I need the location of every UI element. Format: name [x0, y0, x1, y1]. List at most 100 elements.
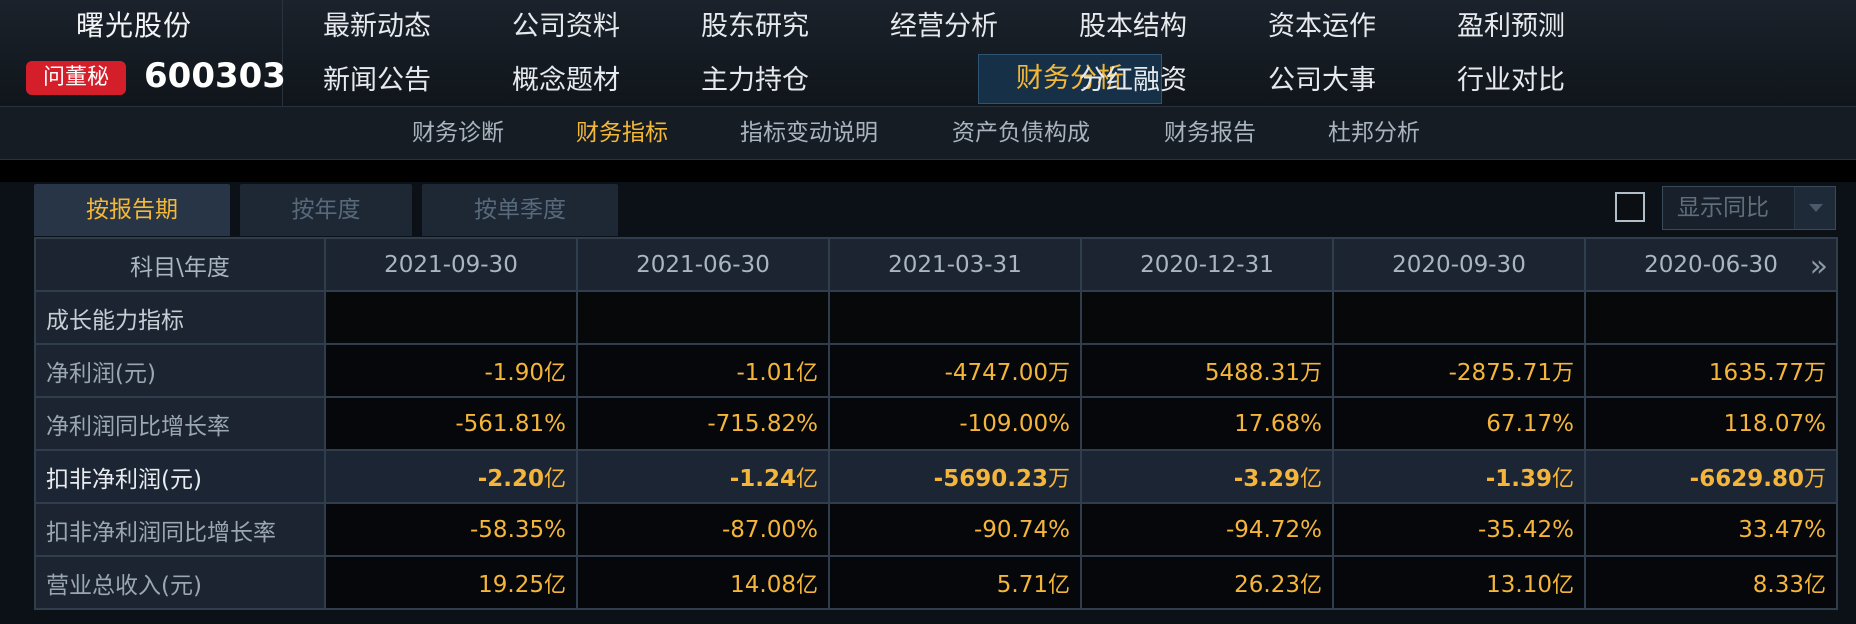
nav-concepts[interactable]: 概念题材 — [473, 58, 659, 104]
value-cell: -109.00% — [828, 396, 1082, 451]
value-number: -6629.80 — [1689, 465, 1804, 492]
table-row: 营业总收入(元) 19.25亿 14.08亿 5.71亿 26.23亿 13.10亿 8.3… — [34, 555, 1838, 610]
value-unit: 亿 — [1299, 466, 1322, 492]
row-label: 净利润(元) — [34, 343, 326, 398]
value-unit: 亿 — [1551, 466, 1574, 492]
value-unit: 万 — [1803, 466, 1826, 492]
empty-cell — [828, 290, 1082, 345]
compare-checkbox[interactable] — [1615, 192, 1645, 222]
nav-main-holdings[interactable]: 主力持仓 — [662, 58, 848, 104]
nav-announcements[interactable]: 新闻公告 — [284, 58, 470, 104]
value-cell: -6629.80万 — [1584, 449, 1838, 504]
value-number: -1.90 — [484, 359, 544, 386]
value-cell: -1.24亿 — [576, 449, 830, 504]
value-unit: 亿 — [795, 572, 818, 598]
nav-company-profile[interactable]: 公司资料 — [473, 4, 659, 50]
column-header-label: 2021-06-30 — [636, 251, 770, 278]
value-number: 17.68% — [1234, 410, 1322, 437]
value-cell: -2875.71万 — [1332, 343, 1586, 398]
financial-indicators-panel: 按报告期 按年度 按单季度 显示同比 科目\年度 2021-09-30 2021-0… — [0, 182, 1856, 624]
app-header: 曙光股份 问董秘 600303 最新动态 公司资料 股东研究 经营分析 股本结构… — [0, 0, 1856, 107]
value-number: -5690.23 — [933, 465, 1048, 492]
nav-dividend-financing[interactable]: 分红融资 — [1040, 58, 1226, 104]
table-row: 净利润(元) -1.90亿 -1.01亿 -4747.00万 5488.31万 -2875… — [34, 343, 1838, 398]
column-header-date[interactable]: 2021-06-30 — [576, 237, 830, 292]
nav-operation-analysis[interactable]: 经营分析 — [851, 4, 1037, 50]
value-unit: 亿 — [795, 360, 818, 386]
ask-secretary-badge[interactable]: 问董秘 — [26, 61, 126, 95]
nav-capital-operation[interactable]: 资本运作 — [1229, 4, 1415, 50]
value-number: -90.74% — [974, 516, 1070, 543]
column-header-label: 2020-12-31 — [1140, 251, 1274, 278]
empty-cell — [1584, 290, 1838, 345]
subnav-indicator-changes[interactable]: 指标变动说明 — [740, 107, 878, 159]
value-number: -2875.71 — [1448, 359, 1552, 386]
subnav-balance-composition[interactable]: 资产负债构成 — [952, 107, 1090, 159]
column-header-label: 2020-09-30 — [1392, 251, 1526, 278]
nav-industry-compare[interactable]: 行业对比 — [1418, 58, 1604, 104]
value-number: 26.23 — [1234, 571, 1300, 598]
value-cell: -2.20亿 — [324, 449, 578, 504]
value-unit: 万 — [1047, 466, 1070, 492]
value-cell: -35.42% — [1332, 502, 1586, 557]
value-number: -58.35% — [470, 516, 566, 543]
value-number: -1.39 — [1485, 465, 1552, 492]
subnav-financial-indicators[interactable]: 财务指标 — [576, 107, 668, 159]
value-number: -3.29 — [1233, 465, 1300, 492]
value-cell: 19.25亿 — [324, 555, 578, 610]
subnav-financial-diagnosis[interactable]: 财务诊断 — [412, 107, 504, 159]
value-unit: 亿 — [543, 360, 566, 386]
value-cell: -715.82% — [576, 396, 830, 451]
tab-by-report-period[interactable]: 按报告期 — [34, 184, 230, 236]
column-header-date[interactable]: 2020-09-30 — [1332, 237, 1586, 292]
double-chevron-right-icon[interactable]: » — [1810, 249, 1828, 284]
value-unit: 万 — [1299, 360, 1322, 386]
value-cell: 13.10亿 — [1332, 555, 1586, 610]
stock-code: 600303 — [144, 56, 286, 96]
nav-latest-news[interactable]: 最新动态 — [284, 4, 470, 50]
value-number: 14.08 — [730, 571, 796, 598]
company-brand: 曙光股份 问董秘 600303 — [0, 0, 286, 106]
column-header-date[interactable]: 2020-06-30 » — [1584, 237, 1838, 292]
value-cell: -5690.23万 — [828, 449, 1082, 504]
value-unit: 亿 — [795, 466, 818, 492]
table-header-row: 科目\年度 2021-09-30 2021-06-30 2021-03-31 2020-… — [34, 237, 1838, 292]
value-unit: 万 — [1551, 360, 1574, 386]
column-header-date[interactable]: 2021-09-30 — [324, 237, 578, 292]
table-row: 净利润同比增长率 -561.81% -715.82% -109.00% 17.68% 67… — [34, 396, 1838, 451]
value-unit: 亿 — [1047, 572, 1070, 598]
row-label: 成长能力指标 — [34, 290, 326, 345]
column-header-label: 2021-03-31 — [888, 251, 1022, 278]
caret-down-icon[interactable] — [1794, 187, 1835, 229]
column-header-label: 2021-09-30 — [384, 251, 518, 278]
value-cell: -1.39亿 — [1332, 449, 1586, 504]
sub-nav: 财务诊断 财务指标 指标变动说明 资产负债构成 财务报告 杜邦分析 — [0, 107, 1856, 160]
compare-dropdown[interactable]: 显示同比 — [1662, 186, 1836, 230]
value-unit: 亿 — [543, 466, 566, 492]
value-cell: 14.08亿 — [576, 555, 830, 610]
value-number: 67.17% — [1486, 410, 1574, 437]
nav-earnings-forecast[interactable]: 盈利预测 — [1418, 4, 1604, 50]
table-row: 扣非净利润同比增长率 -58.35% -87.00% -90.74% -94.72% -3… — [34, 502, 1838, 557]
value-cell: 1635.77万 — [1584, 343, 1838, 398]
value-number: -561.81% — [455, 410, 566, 437]
value-cell: 5.71亿 — [828, 555, 1082, 610]
empty-cell — [1080, 290, 1334, 345]
column-header-date[interactable]: 2021-03-31 — [828, 237, 1082, 292]
value-cell: 17.68% — [1080, 396, 1334, 451]
value-cell: 33.47% — [1584, 502, 1838, 557]
financial-indicators-table: 科目\年度 2021-09-30 2021-06-30 2021-03-31 2020-… — [34, 237, 1838, 610]
value-number: 118.07% — [1723, 410, 1826, 437]
column-header-label: 2020-06-30 — [1644, 251, 1778, 278]
subnav-dupont-analysis[interactable]: 杜邦分析 — [1328, 107, 1420, 159]
value-number: -715.82% — [707, 410, 818, 437]
tab-by-year[interactable]: 按年度 — [240, 184, 412, 236]
nav-company-events[interactable]: 公司大事 — [1229, 58, 1415, 104]
nav-share-structure[interactable]: 股本结构 — [1040, 4, 1226, 50]
column-header-date[interactable]: 2020-12-31 — [1080, 237, 1334, 292]
nav-shareholder-research[interactable]: 股东研究 — [662, 4, 848, 50]
tab-by-quarter[interactable]: 按单季度 — [422, 184, 618, 236]
value-cell: -1.90亿 — [324, 343, 578, 398]
header-subject-year: 科目\年度 — [34, 237, 326, 292]
subnav-financial-reports[interactable]: 财务报告 — [1164, 107, 1256, 159]
